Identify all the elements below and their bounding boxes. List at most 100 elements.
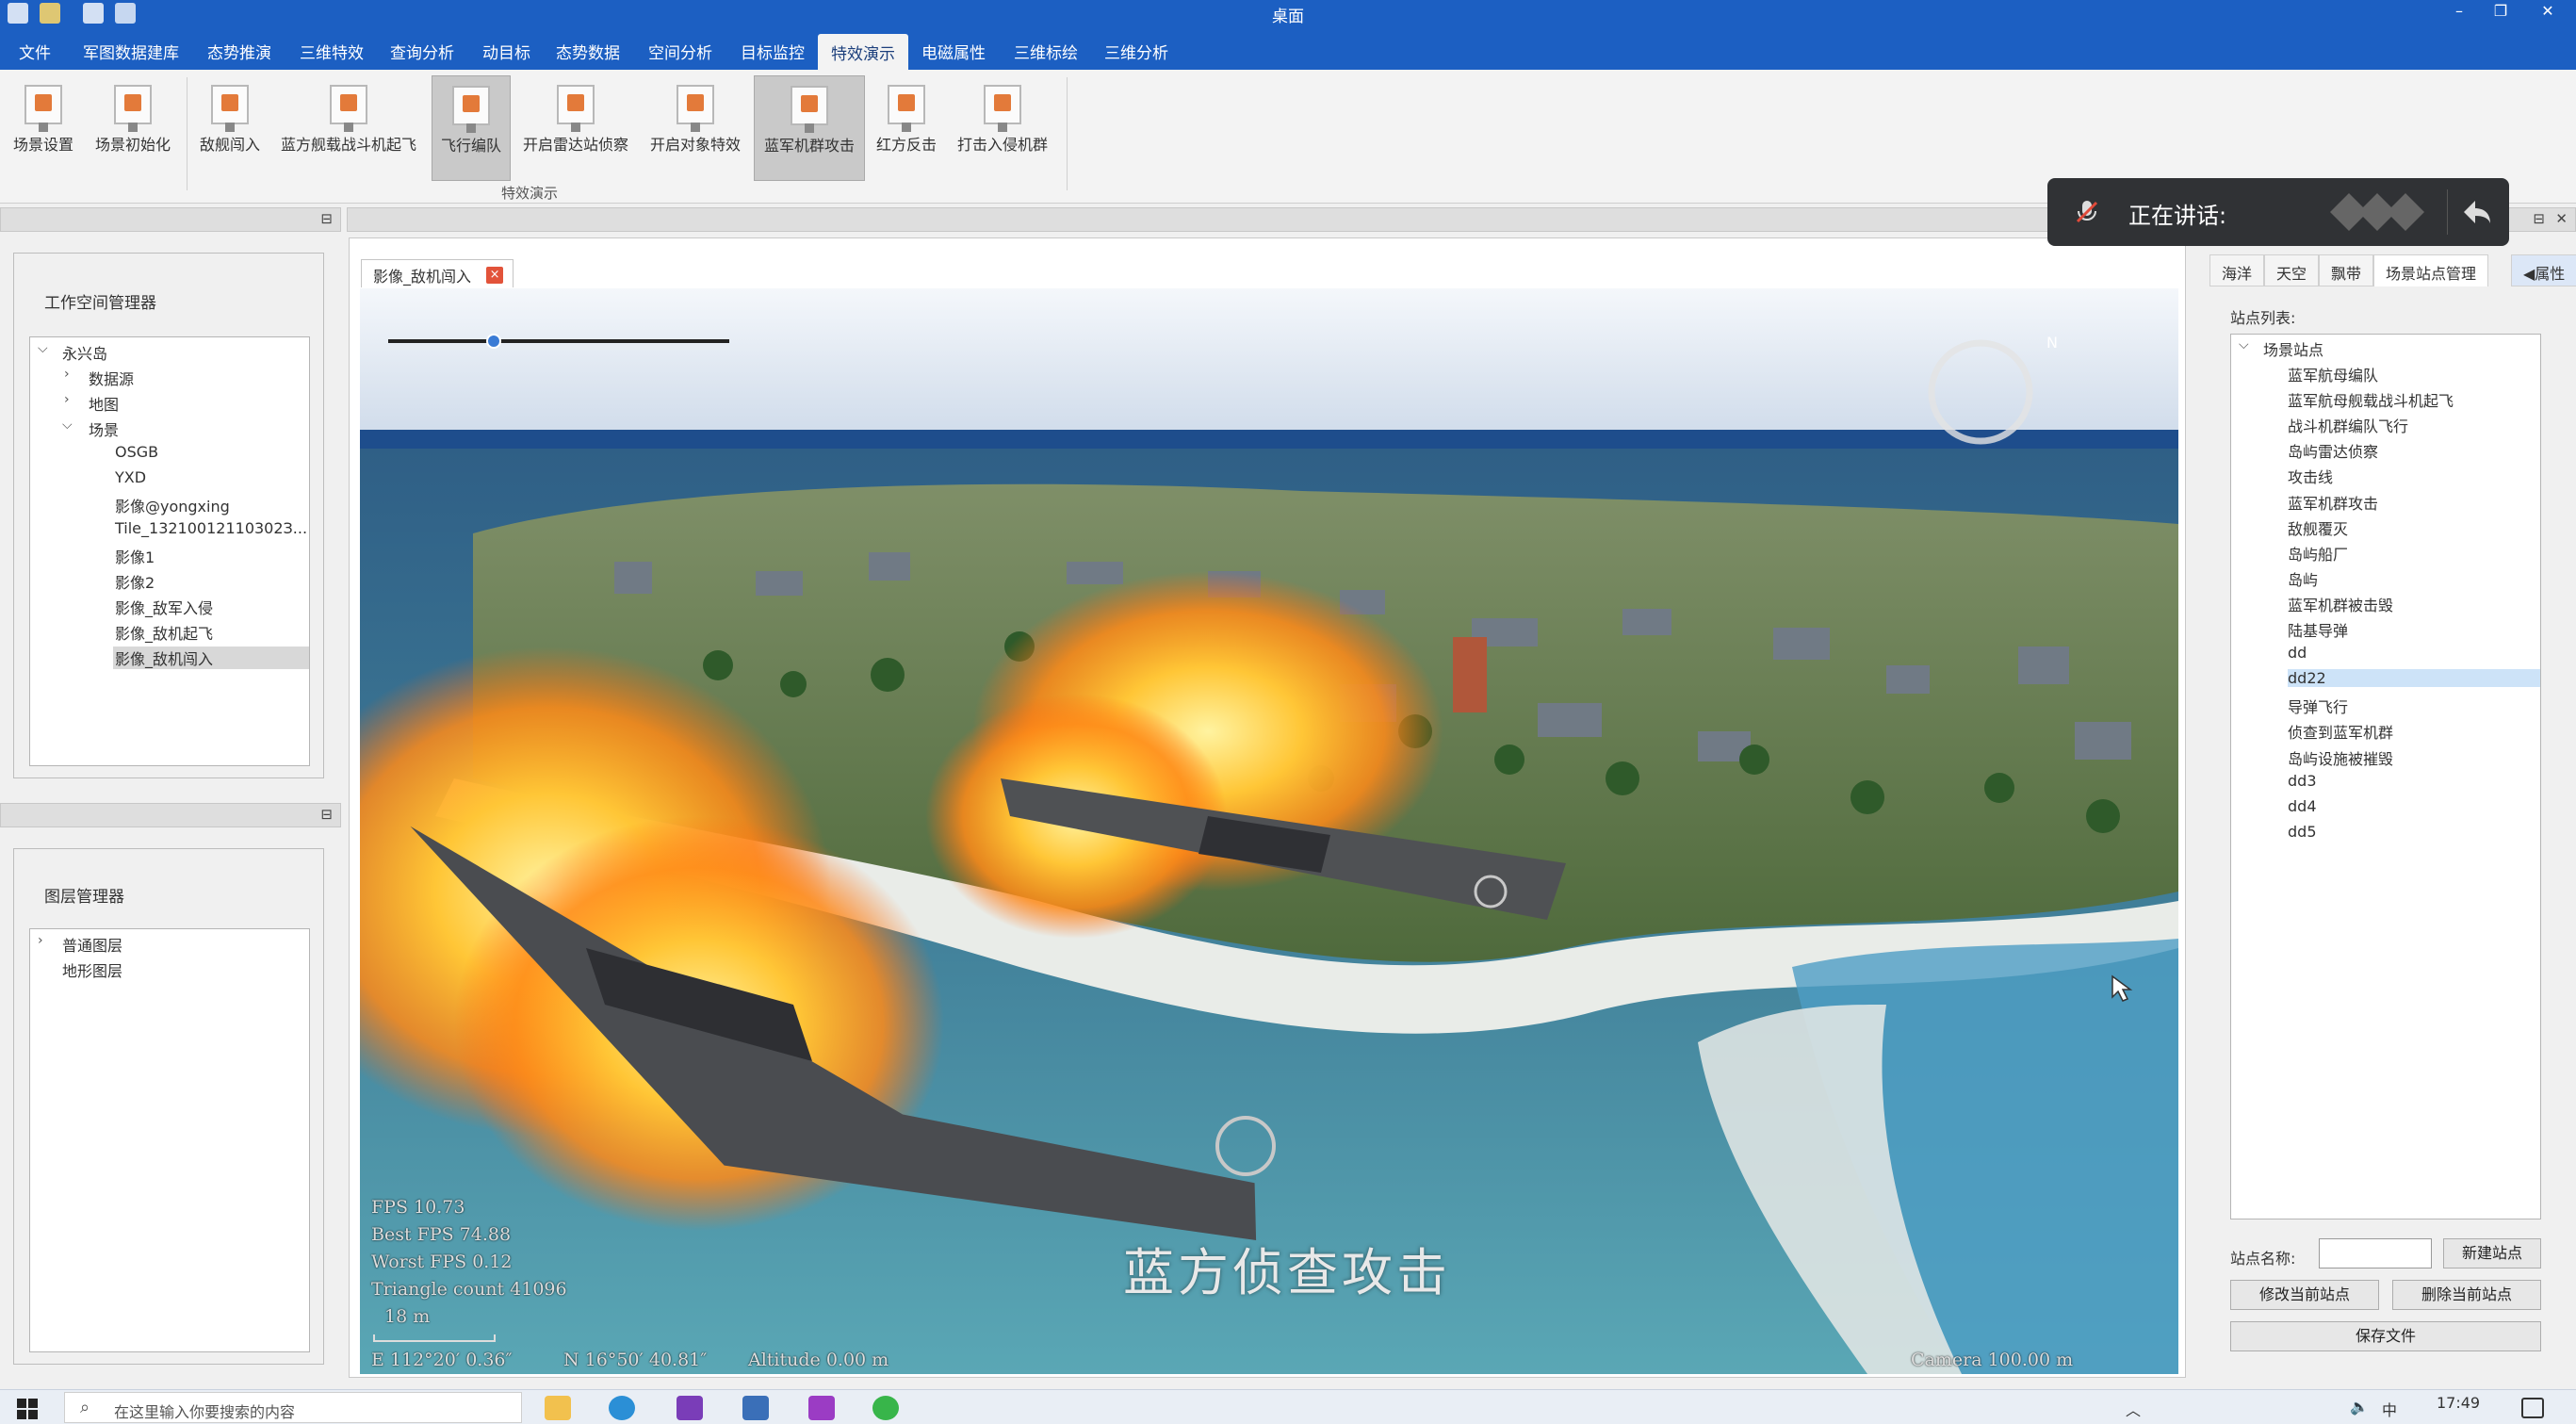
tree-node-scene-item[interactable]: YXD	[115, 468, 146, 486]
object-effects-button[interactable]: 开启对象特效	[643, 75, 748, 181]
station-item[interactable]: 蓝军机群被击毁	[2288, 593, 2393, 615]
enemy-ship-intrude-button[interactable]: 敌舰闯入	[192, 75, 268, 181]
visual-studio-icon[interactable]	[677, 1396, 703, 1420]
menu-situation-data[interactable]: 态势数据	[556, 40, 620, 63]
menu-3d-analysis[interactable]: 三维分析	[1104, 40, 1168, 63]
station-item[interactable]: dd	[2288, 644, 2307, 662]
tree-node-scene-item[interactable]: 影像_敌军入侵	[115, 596, 213, 618]
app-window-icon[interactable]	[742, 1396, 769, 1420]
station-item[interactable]: 蓝军航母舰载战斗机起飞	[2288, 388, 2454, 411]
tree-node-root[interactable]: 永兴岛	[62, 341, 107, 364]
edge-browser-icon[interactable]	[609, 1396, 635, 1420]
pin-icon[interactable]: ⊟	[320, 806, 333, 823]
blue-fleet-attack-button[interactable]: 蓝军机群攻击	[754, 75, 865, 181]
station-item[interactable]: 导弹飞行	[2288, 695, 2348, 717]
carrier-fighter-takeoff-button[interactable]: 蓝方舰载战斗机起飞	[273, 75, 424, 181]
restore-icon[interactable]: ❐	[2482, 2, 2519, 20]
tray-chevron-icon[interactable]: ︿	[2126, 1398, 2141, 1420]
menu-map-db[interactable]: 军图数据建库	[83, 40, 179, 63]
clock-time[interactable]: 17:49	[2437, 1394, 2480, 1412]
tab-ribbon[interactable]: 飘带	[2319, 254, 2374, 286]
tree-node-normal-layers[interactable]: 普通图层	[62, 933, 122, 956]
windows-start-icon[interactable]	[17, 1399, 38, 1419]
document-tab[interactable]: 影像_敌机闯入 ×	[361, 259, 514, 287]
tree-node-scene-item[interactable]: 影像@yongxing	[115, 494, 230, 516]
tree-node-datasource[interactable]: 数据源	[89, 367, 134, 389]
chevron-down-icon[interactable]: ⌵	[38, 341, 48, 356]
station-item[interactable]: 蓝军机群攻击	[2288, 491, 2378, 514]
chevron-right-icon[interactable]: ›	[64, 367, 70, 382]
chevron-right-icon[interactable]: ›	[38, 933, 43, 948]
notification-icon[interactable]	[2521, 1398, 2544, 1418]
float-icon[interactable]: ⊟	[2533, 210, 2545, 227]
time-slider-track[interactable]	[388, 339, 729, 343]
workspace-tree[interactable]: ⌵ 永兴岛 › 数据源 › 地图 ⌵ 场景 OSGB YXD 影像@yongxi…	[29, 336, 310, 766]
chevron-right-icon[interactable]: ›	[64, 392, 70, 407]
ime-indicator[interactable]: 中	[2382, 1398, 2397, 1420]
scene-init-button[interactable]: 场景初始化	[87, 75, 179, 181]
station-item[interactable]: 岛屿船厂	[2288, 542, 2348, 565]
save-file-button[interactable]: 保存文件	[2230, 1321, 2541, 1351]
menu-file[interactable]: 文件	[19, 40, 51, 63]
mic-muted-icon[interactable]	[2074, 199, 2100, 225]
wechat-icon[interactable]	[872, 1396, 899, 1420]
menu-spatial-analysis[interactable]: 空间分析	[648, 40, 712, 63]
station-item[interactable]: 陆基导弹	[2288, 618, 2348, 641]
station-item[interactable]: 战斗机群编队飞行	[2288, 414, 2408, 436]
station-name-input[interactable]	[2319, 1238, 2432, 1269]
station-tree-root[interactable]: 场景站点	[2263, 337, 2323, 360]
minimize-icon[interactable]: –	[2440, 2, 2478, 20]
pin-icon[interactable]: ⊟	[320, 210, 333, 227]
tree-node-scene-item[interactable]: 影像_敌机起飞	[115, 621, 213, 644]
close-icon[interactable]: ✕	[2529, 2, 2567, 20]
station-item[interactable]: 岛屿雷达侦察	[2288, 439, 2378, 462]
tree-node-scene-item[interactable]: 影像2	[115, 570, 155, 593]
layers-tree[interactable]: › 普通图层 地形图层	[29, 928, 310, 1352]
strike-invaders-button[interactable]: 打击入侵机群	[950, 75, 1055, 181]
close-panel-icon[interactable]: ✕	[2555, 210, 2568, 227]
chevron-down-icon[interactable]: ⌵	[2239, 337, 2249, 352]
file-explorer-icon[interactable]	[545, 1396, 571, 1420]
modify-station-button[interactable]: 修改当前站点	[2230, 1280, 2379, 1310]
scene-view[interactable]: N FPS 10.73 Best FPS 74.88 Worst FPS 0.1…	[360, 288, 2178, 1374]
station-item[interactable]: dd4	[2288, 797, 2317, 815]
new-station-button[interactable]: 新建站点	[2443, 1238, 2541, 1269]
tree-node-scene-item[interactable]: 影像1	[115, 545, 155, 567]
station-item[interactable]: 攻击线	[2288, 465, 2333, 487]
station-item[interactable]: dd5	[2288, 823, 2317, 841]
tree-node-terrain-layers[interactable]: 地形图层	[62, 958, 122, 981]
red-counterattack-button[interactable]: 红方反击	[871, 75, 942, 181]
tab-close-icon[interactable]: ×	[486, 267, 504, 284]
delete-station-button[interactable]: 删除当前站点	[2392, 1280, 2541, 1310]
menu-em-attributes[interactable]: 电磁属性	[921, 40, 986, 63]
station-item[interactable]: 侦查到蓝军机群	[2288, 720, 2393, 743]
tab-properties[interactable]: ◀属性	[2511, 254, 2576, 286]
station-item[interactable]: dd22	[2288, 669, 2540, 688]
radar-recon-button[interactable]: 开启雷达站侦察	[516, 75, 635, 181]
menu-situation-deduction[interactable]: 态势推演	[207, 40, 271, 63]
tab-ocean[interactable]: 海洋	[2209, 254, 2265, 286]
tree-node-map[interactable]: 地图	[89, 392, 119, 415]
station-item[interactable]: 岛屿	[2288, 567, 2318, 590]
tree-node-scene-item[interactable]: Tile_13210012110302З...	[115, 519, 307, 537]
menu-3d-effects[interactable]: 三维特效	[300, 40, 364, 63]
flight-formation-button[interactable]: 飞行编队	[432, 75, 511, 181]
station-item[interactable]: 岛屿设施被摧毁	[2288, 746, 2393, 769]
station-item[interactable]: dd3	[2288, 772, 2317, 790]
menu-moving-target[interactable]: 动目标	[482, 40, 530, 63]
reply-icon[interactable]	[2462, 199, 2492, 225]
volume-icon[interactable]: 🔈	[2350, 1398, 2369, 1416]
tree-node-scene-item[interactable]: OSGB	[115, 443, 158, 461]
station-tree[interactable]: ⌵ 场景站点 蓝军航母编队蓝军航母舰载战斗机起飞 战斗机群编队飞行 岛屿雷达侦察 攻击…	[2230, 334, 2541, 1219]
menu-effects-demo[interactable]: 特效演示	[818, 34, 908, 70]
menu-3d-plotting[interactable]: 三维标绘	[1014, 40, 1078, 63]
onenote-icon[interactable]	[808, 1396, 835, 1420]
tab-sky[interactable]: 天空	[2264, 254, 2320, 286]
station-item[interactable]: 敌舰覆灭	[2288, 516, 2348, 539]
station-item[interactable]: 蓝军航母编队	[2288, 363, 2378, 385]
menu-query-analysis[interactable]: 查询分析	[390, 40, 454, 63]
scene-settings-button[interactable]: 场景设置	[6, 75, 81, 181]
chevron-down-icon[interactable]: ⌵	[62, 417, 73, 433]
taskbar-search[interactable]: ⌕ 在这里输入你要搜索的内容	[64, 1392, 522, 1423]
menu-target-monitor[interactable]: 目标监控	[741, 40, 805, 63]
